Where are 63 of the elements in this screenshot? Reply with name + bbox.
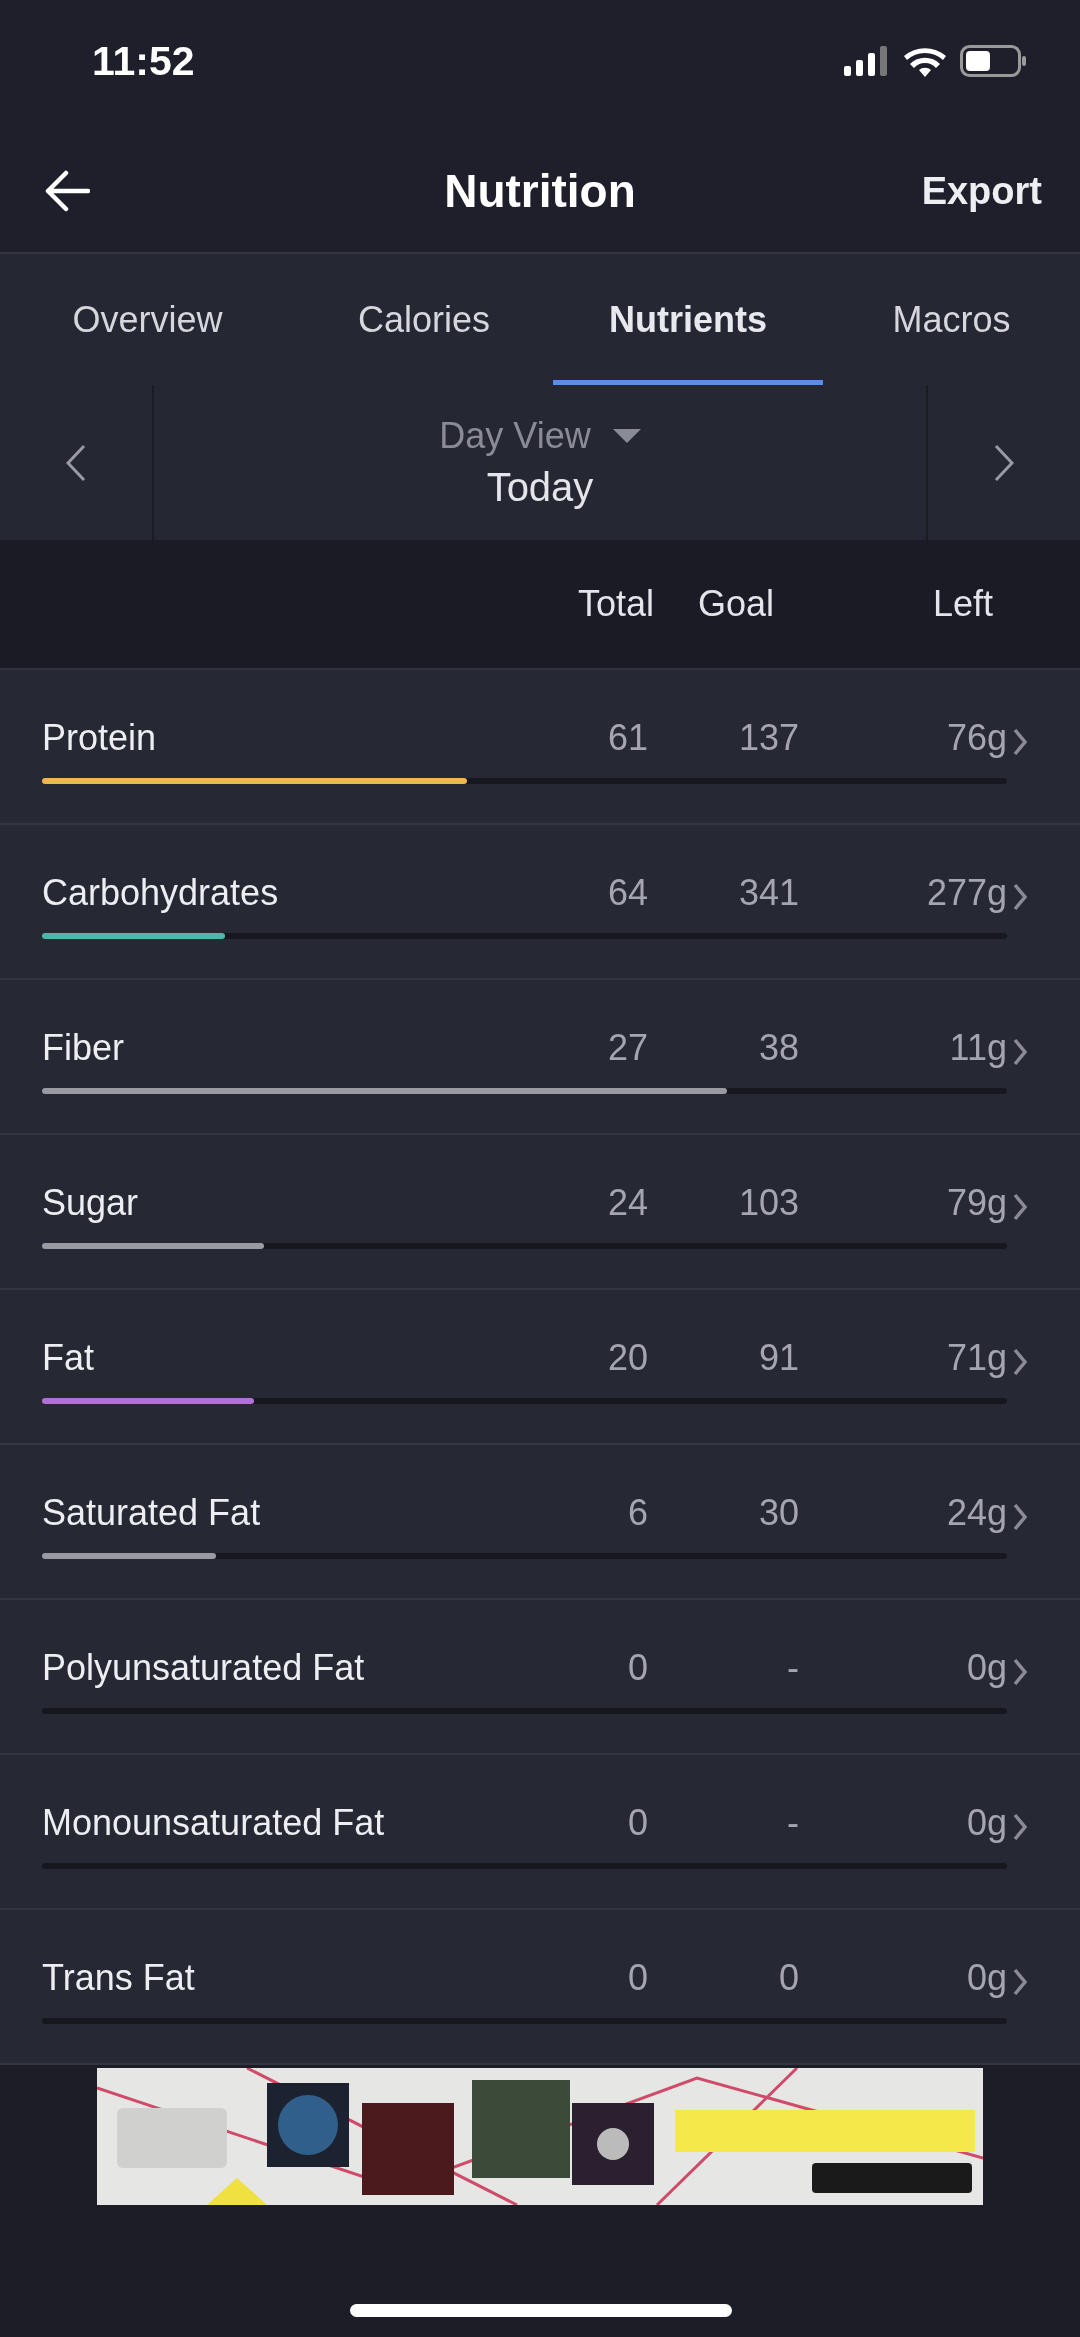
goal-value: 341 <box>738 872 799 914</box>
goal-value: 30 <box>758 1492 799 1534</box>
nutrient-name[interactable]: Sugar <box>42 1182 139 1224</box>
goal-value: - <box>787 1802 799 1844</box>
page-title: Nutrition <box>444 164 636 218</box>
view-dropdown[interactable]: Day View <box>439 415 641 457</box>
signal-icon <box>844 46 890 76</box>
chevron-icon[interactable] <box>1012 727 1028 757</box>
date-label: Today <box>486 465 594 510</box>
total-value: 0 <box>627 1647 648 1689</box>
tab[interactable]: Calories <box>295 254 553 385</box>
goal-value: 38 <box>758 1027 799 1069</box>
back-arrow-icon[interactable] <box>44 170 90 212</box>
total-value: 27 <box>607 1027 648 1069</box>
dropdown-caret-icon <box>612 429 641 443</box>
total-value: 24 <box>607 1182 648 1224</box>
wifi-icon <box>904 45 946 77</box>
left-value: 0g <box>966 1802 1007 1844</box>
left-value: 71g <box>946 1337 1007 1379</box>
chevron-icon[interactable] <box>1012 1502 1028 1532</box>
chevron-icon[interactable] <box>1012 1192 1028 1222</box>
column-header: Left <box>932 583 993 625</box>
goal-value: 103 <box>738 1182 799 1224</box>
nutrient-name[interactable]: Carbohydrates <box>42 872 279 914</box>
nutrient-name[interactable]: Fat <box>42 1337 94 1379</box>
next-chevron-icon[interactable] <box>994 443 1014 482</box>
battery-icon <box>960 45 1028 77</box>
tab[interactable]: Overview <box>0 254 295 385</box>
chevron-icon[interactable] <box>1012 882 1028 912</box>
left-value: 76g <box>946 717 1007 759</box>
nutrient-name[interactable]: Polyunsaturated Fat <box>42 1647 365 1689</box>
column-header: Goal <box>697 583 774 625</box>
left-value: 79g <box>946 1182 1007 1224</box>
status-time: 11:52 <box>92 37 195 85</box>
left-value: 24g <box>946 1492 1007 1534</box>
nutrient-name[interactable]: Trans Fat <box>42 1957 195 1999</box>
left-value: 0g <box>966 1647 1007 1689</box>
chevron-icon[interactable] <box>1012 1657 1028 1687</box>
column-header: Total <box>577 583 654 625</box>
tab[interactable]: Macros <box>823 254 1080 385</box>
goal-value: - <box>787 1647 799 1689</box>
total-value: 20 <box>607 1337 648 1379</box>
total-value: 6 <box>627 1492 648 1534</box>
previous-chevron-icon[interactable] <box>66 443 86 482</box>
total-value: 64 <box>607 872 648 914</box>
nutrient-name[interactable]: Monounsaturated Fat <box>42 1802 385 1844</box>
export-button[interactable]: Export <box>921 169 1042 213</box>
left-value: 11g <box>949 1027 1007 1069</box>
chevron-icon[interactable] <box>1012 1347 1028 1377</box>
total-value: 0 <box>627 1802 648 1844</box>
total-value: 0 <box>627 1957 648 1999</box>
left-value: 0g <box>966 1957 1007 1999</box>
chevron-icon[interactable] <box>1012 1037 1028 1067</box>
goal-value: 0 <box>778 1957 799 1999</box>
nutrient-name[interactable]: Fiber <box>42 1027 125 1069</box>
nutrient-name[interactable]: Protein <box>42 717 157 759</box>
chevron-icon[interactable] <box>1012 1812 1028 1842</box>
chevron-icon[interactable] <box>1012 1967 1028 1997</box>
left-value: 277g <box>926 872 1007 914</box>
nutrient-name[interactable]: Saturated Fat <box>42 1492 261 1534</box>
goal-value: 137 <box>738 717 799 759</box>
goal-value: 91 <box>758 1337 799 1379</box>
total-value: 61 <box>607 717 648 759</box>
